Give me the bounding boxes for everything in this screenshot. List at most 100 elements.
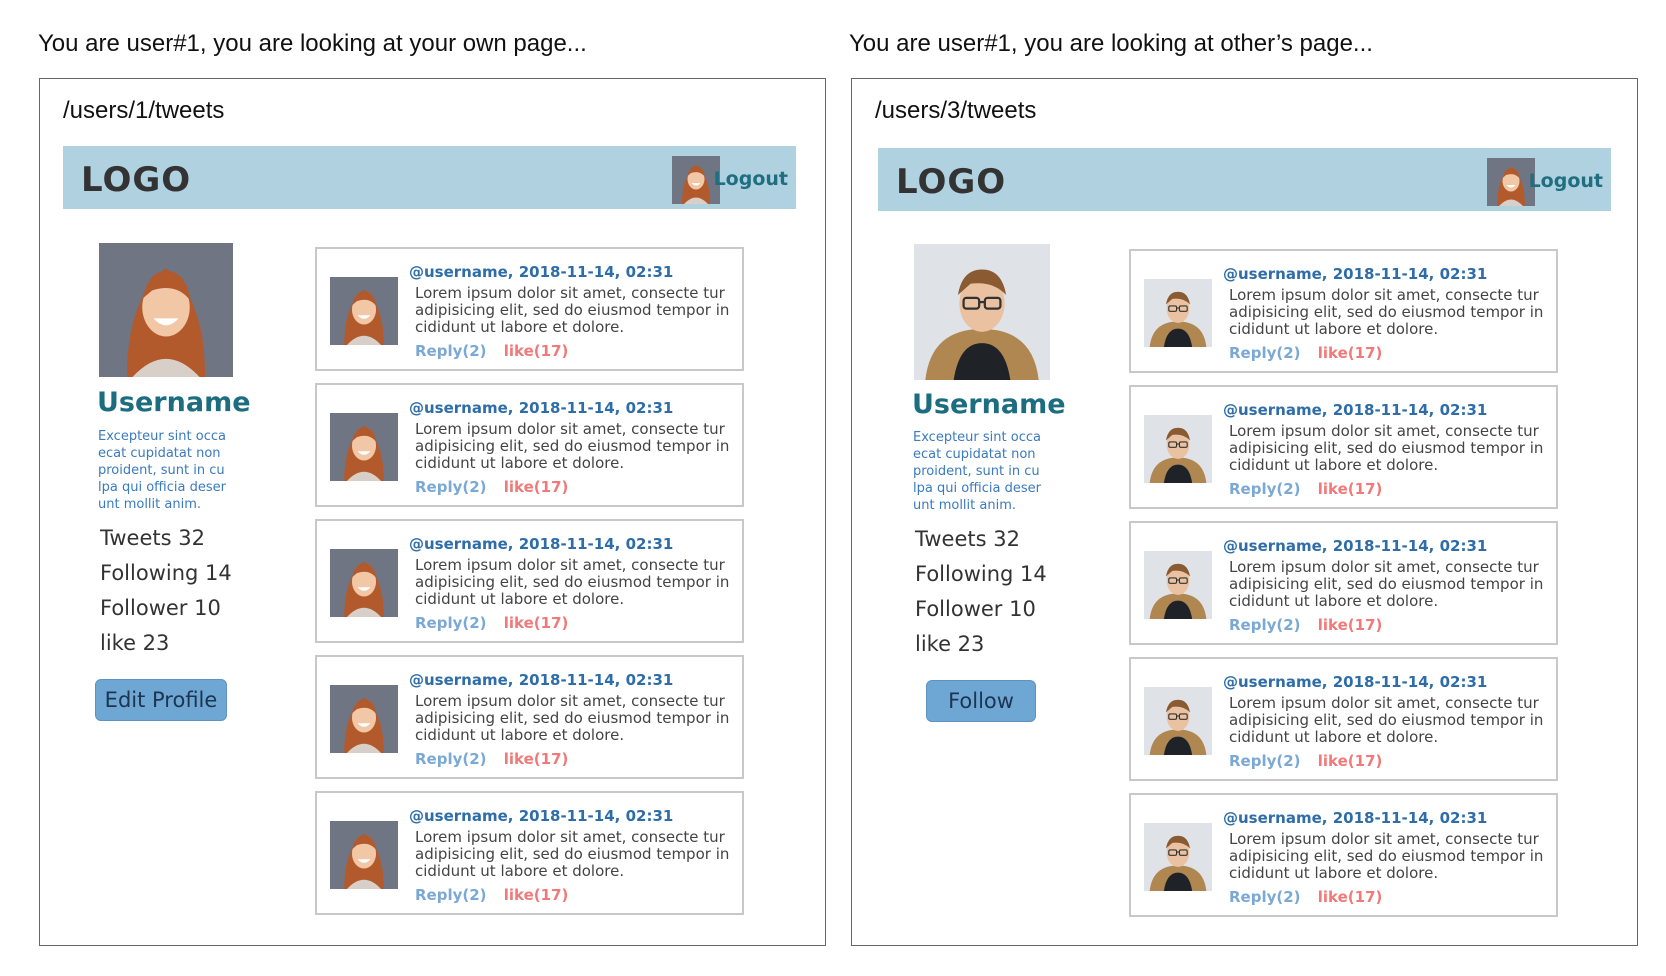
tweet-actions: Reply(2) like(17)	[415, 886, 568, 904]
tweet-actions: Reply(2) like(17)	[1229, 752, 1382, 770]
tweet-avatar[interactable]	[1144, 279, 1212, 347]
tweet-body: Lorem ipsum dolor sit amet, consecte tur…	[415, 556, 730, 608]
reply-link[interactable]: Reply(2)	[415, 342, 487, 360]
stat-tweets[interactable]: Tweets 32	[915, 522, 1047, 557]
woman-avatar-icon	[330, 413, 398, 481]
tweet-meta[interactable]: @username, 2018-11-14, 02:31	[409, 263, 673, 281]
scenario-caption-other: You are user#1, you are looking at other…	[849, 30, 1373, 57]
like-link[interactable]: like(17)	[504, 886, 569, 904]
reply-link[interactable]: Reply(2)	[1229, 480, 1301, 498]
tweet-body: Lorem ipsum dolor sit amet, consecte tur…	[1229, 558, 1544, 610]
profile-bio: Excepteur sint occa ecat cupidatat non p…	[913, 430, 1041, 513]
like-link[interactable]: like(17)	[504, 342, 569, 360]
like-link[interactable]: like(17)	[504, 478, 569, 496]
tweet-avatar[interactable]	[1144, 415, 1212, 483]
woman-avatar-icon	[330, 821, 398, 889]
stat-follower[interactable]: Follower 10	[915, 592, 1047, 627]
stat-following[interactable]: Following 14	[915, 557, 1047, 592]
logout-link[interactable]: Logout	[1529, 170, 1603, 192]
tweet-avatar[interactable]	[330, 277, 398, 345]
tweet-meta[interactable]: @username, 2018-11-14, 02:31	[1223, 265, 1487, 283]
tweet-meta[interactable]: @username, 2018-11-14, 02:31	[1223, 537, 1487, 555]
logout-link[interactable]: Logout	[714, 168, 788, 190]
tweet-avatar[interactable]	[1144, 823, 1212, 891]
tweet-meta[interactable]: @username, 2018-11-14, 02:31	[1223, 673, 1487, 691]
tweet-meta[interactable]: @username, 2018-11-14, 02:31	[409, 671, 673, 689]
tweet-card[interactable]: @username, 2018-11-14, 02:31 Lorem ipsum…	[1129, 657, 1558, 781]
tweet-meta[interactable]: @username, 2018-11-14, 02:31	[1223, 401, 1487, 419]
reply-link[interactable]: Reply(2)	[415, 478, 487, 496]
tweet-avatar[interactable]	[330, 821, 398, 889]
tweet-actions: Reply(2) like(17)	[1229, 616, 1382, 634]
reply-link[interactable]: Reply(2)	[415, 750, 487, 768]
tweet-card[interactable]: @username, 2018-11-14, 02:31 Lorem ipsum…	[315, 247, 744, 371]
stat-follower[interactable]: Follower 10	[100, 591, 232, 626]
stat-likes[interactable]: like 23	[915, 627, 1047, 662]
tweet-card[interactable]: @username, 2018-11-14, 02:31 Lorem ipsum…	[1129, 793, 1558, 917]
woman-avatar-icon	[99, 243, 233, 377]
profile-photo	[99, 243, 233, 377]
like-link[interactable]: like(17)	[1318, 752, 1383, 770]
stat-following[interactable]: Following 14	[100, 556, 232, 591]
like-link[interactable]: like(17)	[504, 614, 569, 632]
tweet-actions: Reply(2) like(17)	[415, 342, 568, 360]
tweet-meta[interactable]: @username, 2018-11-14, 02:31	[1223, 809, 1487, 827]
tweet-card[interactable]: @username, 2018-11-14, 02:31 Lorem ipsum…	[1129, 521, 1558, 645]
man-avatar-icon	[1144, 279, 1212, 347]
like-link[interactable]: like(17)	[1318, 480, 1383, 498]
tweet-meta[interactable]: @username, 2018-11-14, 02:31	[409, 807, 673, 825]
tweet-avatar[interactable]	[1144, 687, 1212, 755]
tweet-body: Lorem ipsum dolor sit amet, consecte tur…	[1229, 694, 1544, 746]
navbar: LOGO Logout	[63, 146, 796, 209]
reply-link[interactable]: Reply(2)	[1229, 616, 1301, 634]
man-avatar-icon	[1144, 823, 1212, 891]
tweet-body: Lorem ipsum dolor sit amet, consecte tur…	[1229, 422, 1544, 474]
profile-username: Username	[912, 389, 1066, 420]
reply-link[interactable]: Reply(2)	[1229, 888, 1301, 906]
tweet-avatar[interactable]	[330, 685, 398, 753]
edit-profile-button[interactable]: Edit Profile	[95, 679, 227, 721]
tweet-body: Lorem ipsum dolor sit amet, consecte tur…	[415, 828, 730, 880]
tweet-avatar[interactable]	[1144, 551, 1212, 619]
reply-link[interactable]: Reply(2)	[1229, 344, 1301, 362]
logo[interactable]: LOGO	[81, 160, 191, 200]
tweet-actions: Reply(2) like(17)	[1229, 480, 1382, 498]
logo[interactable]: LOGO	[896, 162, 1006, 202]
like-link[interactable]: like(17)	[1318, 888, 1383, 906]
tweet-meta[interactable]: @username, 2018-11-14, 02:31	[409, 535, 673, 553]
reply-link[interactable]: Reply(2)	[1229, 752, 1301, 770]
route-path: /users/1/tweets	[63, 97, 225, 124]
tweet-body: Lorem ipsum dolor sit amet, consecte tur…	[415, 420, 730, 472]
tweet-card[interactable]: @username, 2018-11-14, 02:31 Lorem ipsum…	[1129, 249, 1558, 373]
reply-link[interactable]: Reply(2)	[415, 886, 487, 904]
tweet-avatar[interactable]	[330, 549, 398, 617]
woman-avatar-icon	[330, 549, 398, 617]
tweet-list: @username, 2018-11-14, 02:31 Lorem ipsum…	[315, 247, 744, 927]
other-page-panel: /users/3/tweets LOGO Logout Username Exc…	[851, 78, 1638, 946]
like-link[interactable]: like(17)	[1318, 344, 1383, 362]
man-avatar-icon	[1144, 687, 1212, 755]
profile-bio: Excepteur sint occa ecat cupidatat non p…	[98, 429, 226, 512]
tweet-card[interactable]: @username, 2018-11-14, 02:31 Lorem ipsum…	[1129, 385, 1558, 509]
like-link[interactable]: like(17)	[504, 750, 569, 768]
profile-photo	[914, 244, 1050, 380]
tweet-card[interactable]: @username, 2018-11-14, 02:31 Lorem ipsum…	[315, 383, 744, 507]
tweet-actions: Reply(2) like(17)	[415, 614, 568, 632]
navbar: LOGO Logout	[878, 148, 1611, 211]
woman-avatar-icon	[330, 277, 398, 345]
tweet-card[interactable]: @username, 2018-11-14, 02:31 Lorem ipsum…	[315, 655, 744, 779]
stat-likes[interactable]: like 23	[100, 626, 232, 661]
tweet-card[interactable]: @username, 2018-11-14, 02:31 Lorem ipsum…	[315, 791, 744, 915]
like-link[interactable]: like(17)	[1318, 616, 1383, 634]
tweet-avatar[interactable]	[330, 413, 398, 481]
tweet-body: Lorem ipsum dolor sit amet, consecte tur…	[1229, 830, 1544, 882]
woman-avatar-icon	[330, 685, 398, 753]
stat-tweets[interactable]: Tweets 32	[100, 521, 232, 556]
profile-stats: Tweets 32 Following 14 Follower 10 like …	[100, 521, 232, 661]
man-avatar-icon	[914, 244, 1050, 380]
reply-link[interactable]: Reply(2)	[415, 614, 487, 632]
tweet-meta[interactable]: @username, 2018-11-14, 02:31	[409, 399, 673, 417]
follow-button[interactable]: Follow	[926, 680, 1036, 722]
tweet-card[interactable]: @username, 2018-11-14, 02:31 Lorem ipsum…	[315, 519, 744, 643]
tweet-body: Lorem ipsum dolor sit amet, consecte tur…	[1229, 286, 1544, 338]
